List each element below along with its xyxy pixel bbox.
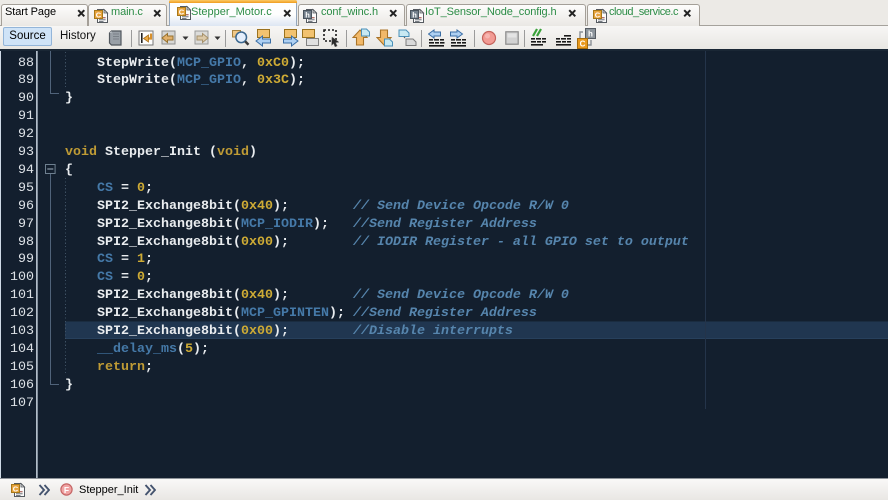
svg-text:h: h [588,30,593,39]
svg-text:C: C [580,40,586,49]
svg-text:C: C [179,7,185,16]
svg-text:h: h [412,10,417,19]
svg-text:C: C [13,484,19,493]
svg-text:h: h [305,10,310,19]
svg-text:C: C [96,10,102,19]
svg-text:C: C [595,10,601,19]
svg-text:F: F [64,485,69,495]
